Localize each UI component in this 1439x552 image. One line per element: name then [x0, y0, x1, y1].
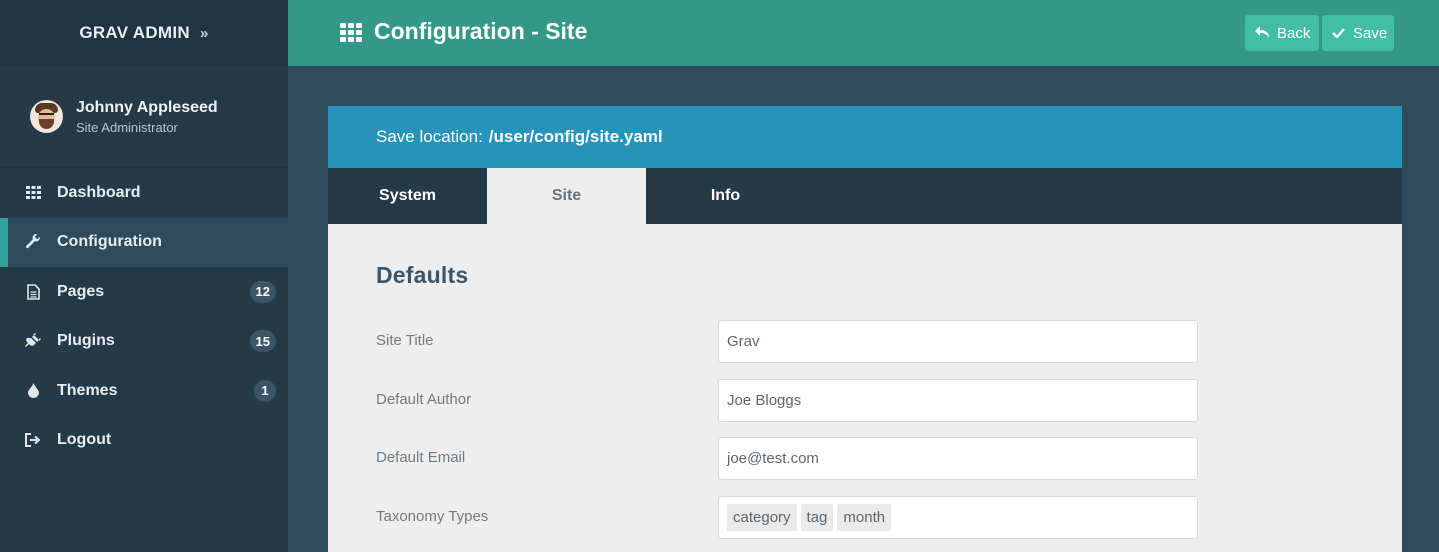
user-role: Site Administrator: [76, 119, 178, 135]
sidebar-nav: Dashboard Configuration Pages 12 Plugins…: [0, 168, 288, 465]
form-row-default-author: Default Author Joe Bloggs: [376, 379, 1198, 422]
page-title-text: Configuration - Site: [374, 18, 588, 44]
sidebar-item-configuration[interactable]: Configuration: [0, 217, 288, 267]
default-author-input[interactable]: Joe Bloggs: [718, 379, 1198, 422]
brand[interactable]: GRAV ADMIN »: [0, 0, 288, 66]
taxonomy-tag[interactable]: month: [837, 504, 892, 531]
tab-label: System: [379, 187, 436, 204]
tab-label: Info: [710, 187, 741, 204]
sidebar-item-pages[interactable]: Pages 12: [0, 267, 288, 317]
file-icon: [25, 283, 41, 300]
field-label: Default Email: [376, 449, 466, 466]
sidebar-item-logout[interactable]: Logout: [0, 416, 288, 466]
wrench-icon: [25, 234, 41, 250]
taxonomy-tag[interactable]: category: [727, 504, 797, 531]
sidebar-item-label: Themes: [57, 381, 118, 399]
chevron-right-icon[interactable]: »: [200, 25, 209, 42]
taxonomy-types-input[interactable]: category tag month: [718, 496, 1198, 539]
check-icon: [1332, 25, 1345, 41]
sidebar: GRAV ADMIN » Johnny Appleseed Site Admin…: [0, 0, 288, 552]
form-row-taxonomy-types: Taxonomy Types category tag month: [376, 496, 1198, 539]
themes-count-badge: 1: [254, 379, 276, 402]
pages-count-badge: 12: [249, 280, 276, 303]
tab-info[interactable]: Info: [646, 168, 805, 224]
plugins-count-badge: 15: [249, 330, 276, 353]
tab-system[interactable]: System: [328, 168, 487, 224]
tint-icon: [25, 383, 41, 399]
user-name: Johnny Appleseed: [76, 98, 218, 116]
save-button[interactable]: Save: [1322, 15, 1394, 51]
tab-site[interactable]: Site: [487, 168, 646, 224]
field-label: Default Author: [376, 391, 472, 408]
section-title: Defaults: [376, 262, 469, 288]
sidebar-item-label: Configuration: [57, 233, 162, 251]
sidebar-item-themes[interactable]: Themes 1: [0, 366, 288, 416]
user-profile[interactable]: Johnny Appleseed Site Administrator: [0, 66, 288, 168]
plug-icon: [25, 333, 41, 349]
tab-label: Site: [551, 187, 582, 204]
form-content: Defaults: [328, 224, 1402, 289]
config-panel: Save location: /user/config/site.yaml Sy…: [328, 106, 1402, 552]
grid-icon: [340, 22, 362, 42]
config-tabs: System Site Info: [328, 168, 1402, 224]
sidebar-item-plugins[interactable]: Plugins 15: [0, 317, 288, 367]
field-label: Taxonomy Types: [376, 508, 489, 525]
sign-out-icon: [25, 432, 41, 448]
sidebar-item-label: Plugins: [57, 332, 115, 350]
taxonomy-tag[interactable]: tag: [800, 504, 834, 531]
page-title: Configuration - Site: [340, 18, 587, 45]
site-title-input[interactable]: Grav: [718, 320, 1198, 363]
save-location-prefix: Save location:: [376, 127, 483, 146]
back-button-label: Back: [1277, 24, 1311, 42]
brand-title: GRAV ADMIN: [79, 23, 190, 42]
save-location-bar: Save location: /user/config/site.yaml: [328, 106, 1402, 168]
reply-icon: [1255, 25, 1269, 41]
save-button-label: Save: [1353, 24, 1388, 42]
sidebar-item-label: Pages: [57, 282, 105, 300]
form-row-site-title: Site Title Grav: [376, 320, 1198, 363]
back-button[interactable]: Back: [1245, 15, 1319, 51]
form-row-default-email: Default Email joe@test.com: [376, 437, 1198, 480]
avatar: [30, 100, 63, 133]
save-location-path: /user/config/site.yaml: [488, 127, 663, 146]
default-email-input[interactable]: joe@test.com: [718, 437, 1198, 480]
grid-icon: [25, 185, 41, 201]
field-label: Site Title: [376, 332, 434, 349]
sidebar-item-label: Logout: [57, 431, 112, 449]
top-header: Configuration - Site Back Save: [288, 0, 1439, 66]
sidebar-item-label: Dashboard: [57, 183, 141, 201]
sidebar-item-dashboard[interactable]: Dashboard: [0, 168, 288, 218]
